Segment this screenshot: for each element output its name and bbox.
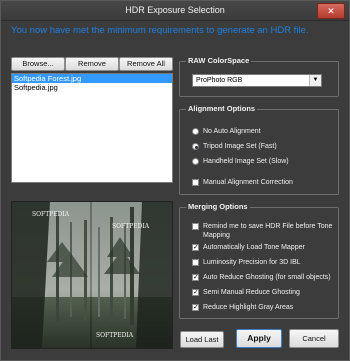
window-title: HDR Exposure Selection	[125, 5, 225, 15]
group-title: Alignment Options	[186, 104, 258, 113]
radio-button[interactable]	[192, 158, 199, 165]
image-preview: SOFTPEDIA SOFTPEDIA SOFTPEDIA	[11, 201, 173, 349]
raw-colorspace-group: RAW ColorSpace ProPhoto RGB ▼	[179, 56, 339, 97]
checkbox-label: Automatically Load Tone Mapper	[203, 244, 305, 251]
checkbox[interactable]: ✓	[192, 244, 199, 251]
radio-label: Tripod Image Set (Fast)	[203, 143, 277, 150]
alignment-options-group: Alignment Options No Auto Alignment Trip…	[179, 104, 339, 195]
merging-options-group: Merging Options Remind me to save HDR Fi…	[179, 202, 339, 319]
close-button[interactable]: ✕	[317, 3, 345, 19]
close-icon: ✕	[327, 6, 335, 16]
browse-button[interactable]: Browse...	[11, 57, 65, 71]
requirements-banner: You now have met the minimum requirement…	[11, 25, 309, 36]
radio-button[interactable]	[192, 143, 199, 150]
checkmark-icon: ✓	[193, 274, 199, 281]
load-last-button[interactable]: Load Last	[180, 331, 224, 348]
radio-label: Handheld Image Set (Slow)	[203, 158, 289, 165]
watermark-text: SOFTPEDIA	[32, 211, 70, 218]
checkbox[interactable]	[192, 223, 199, 230]
forest-preview-image: SOFTPEDIA SOFTPEDIA SOFTPEDIA	[12, 202, 172, 348]
checkbox[interactable]	[192, 179, 199, 186]
colorspace-select[interactable]: ProPhoto RGB ▼	[192, 74, 322, 87]
checkmark-icon: ✓	[193, 289, 199, 296]
chevron-down-icon[interactable]: ▼	[309, 75, 321, 86]
list-item[interactable]: Softpedia Forest.jpg	[12, 74, 172, 83]
radio-label: No Auto Alignment	[203, 128, 261, 135]
checkmark-icon: ✓	[193, 304, 199, 311]
cancel-button[interactable]: Cancel	[289, 329, 339, 348]
checkbox-label: Semi Manual Reduce Ghosting	[203, 289, 300, 296]
checkbox-label: Luminosity Precision for 3D IBL	[203, 259, 301, 266]
checkbox-label: Mapping	[203, 232, 230, 239]
remove-button[interactable]: Remove	[65, 57, 119, 71]
checkbox-label: Reduce Highlight Gray Areas	[203, 304, 294, 311]
group-title: Merging Options	[186, 202, 250, 211]
checkbox[interactable]: ✓	[192, 289, 199, 296]
colorspace-value: ProPhoto RGB	[196, 77, 243, 84]
checkmark-icon: ✓	[193, 244, 199, 251]
apply-button[interactable]: Apply	[236, 329, 282, 348]
watermark-text: SOFTPEDIA	[96, 332, 134, 339]
title-bar: HDR Exposure Selection ✕	[1, 1, 349, 21]
group-title: RAW ColorSpace	[186, 56, 252, 65]
checkbox[interactable]: ✓	[192, 304, 199, 311]
remove-all-button[interactable]: Remove All	[119, 57, 173, 71]
watermark-text: SOFTPEDIA	[112, 223, 150, 230]
checkbox-label: Manual Alignment Correction	[203, 179, 293, 186]
checkbox-label: Auto Reduce Ghosting (for small objects)	[203, 274, 331, 281]
list-item[interactable]: Softpedia.jpg	[12, 83, 172, 92]
file-list[interactable]: Softpedia Forest.jpg Softpedia.jpg	[11, 73, 173, 183]
hdr-exposure-dialog: HDR Exposure Selection ✕ You now have me…	[0, 0, 350, 361]
checkbox-label: Remind me to save HDR File before Tone	[203, 223, 333, 230]
radio-button[interactable]	[192, 128, 199, 135]
checkbox[interactable]	[192, 259, 199, 266]
checkbox[interactable]: ✓	[192, 274, 199, 281]
